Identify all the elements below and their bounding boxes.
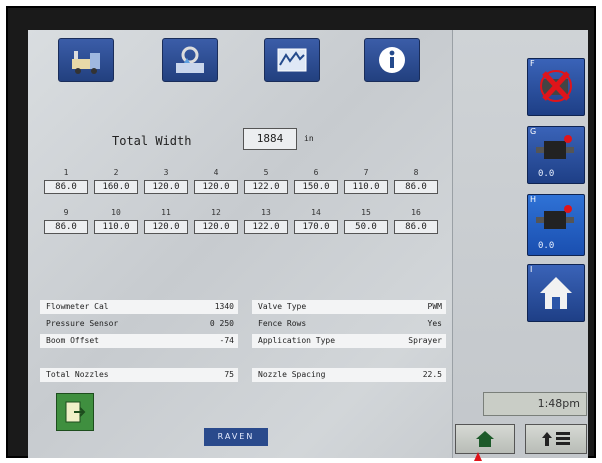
clock: 1:48pm — [483, 392, 587, 416]
section-index: 3 — [163, 168, 169, 177]
info-value: 75 — [224, 370, 234, 379]
boom-off-icon — [540, 70, 572, 102]
home-button[interactable] — [455, 424, 515, 454]
section-width-input[interactable]: 120.0 — [194, 180, 238, 194]
info-row[interactable]: Boom Offset -74 — [40, 334, 238, 348]
exit-door-icon — [65, 401, 86, 423]
section-index: 6 — [313, 168, 319, 177]
info-value: Yes — [427, 319, 442, 328]
section-index: 5 — [263, 168, 269, 177]
tab-info[interactable] — [364, 38, 420, 82]
info-row[interactable]: Nozzle Spacing 22.5 — [252, 368, 446, 382]
section-width-input[interactable]: 122.0 — [244, 180, 288, 194]
pointer-marker — [474, 452, 482, 461]
section-index: 7 — [363, 168, 369, 177]
info-label: Application Type — [258, 336, 336, 345]
product-settings-icon — [176, 46, 204, 73]
info-label: Valve Type — [258, 302, 307, 311]
section-index: 2 — [113, 168, 119, 177]
section-width-input[interactable]: 160.0 — [94, 180, 138, 194]
home-icon — [540, 277, 572, 309]
section-index: 4 — [213, 168, 219, 177]
machine-icon — [72, 51, 100, 74]
tab-machine[interactable] — [58, 38, 114, 82]
info-label: Nozzle Spacing — [258, 370, 326, 379]
tab-product[interactable] — [162, 38, 218, 82]
total-width-unit: in — [304, 134, 314, 143]
total-width-input[interactable]: 1884 — [243, 128, 297, 150]
section-width-input[interactable]: 86.0 — [394, 180, 438, 194]
info-value: 0 250 — [209, 319, 234, 328]
sidebar-button-f[interactable]: F — [527, 58, 585, 116]
section-index: 1 — [63, 168, 69, 177]
screen: Total Width 1884 in 1 86.0 2 160.0 3 120.0 4 12… — [28, 30, 588, 458]
info-value: 1340 — [214, 302, 234, 311]
section-index: 16 — [411, 208, 421, 217]
section-width-input[interactable]: 170.0 — [294, 220, 338, 234]
section-index: 15 — [361, 208, 371, 217]
section-width-input[interactable]: 110.0 — [94, 220, 138, 234]
section-index: 12 — [211, 208, 221, 217]
info-value: Sprayer — [408, 336, 442, 345]
section-index: 8 — [413, 168, 419, 177]
info-row[interactable]: Fence Rows Yes — [252, 317, 446, 331]
section-width-input[interactable]: 122.0 — [244, 220, 288, 234]
section-width-input[interactable]: 86.0 — [44, 220, 88, 234]
section-width-input[interactable]: 86.0 — [394, 220, 438, 234]
section-width-input[interactable]: 110.0 — [344, 180, 388, 194]
info-row[interactable]: Application Type Sprayer — [252, 334, 446, 348]
total-width-label: Total Width — [112, 134, 192, 148]
up-menu-icon — [542, 432, 570, 446]
section-index: 11 — [161, 208, 171, 217]
section-width-input[interactable]: 120.0 — [144, 180, 188, 194]
section-width-input[interactable]: 150.0 — [294, 180, 338, 194]
menu-up-button[interactable] — [525, 424, 587, 454]
info-icon — [379, 47, 405, 73]
sidebar-reading-h: 0.0 — [538, 241, 555, 251]
info-label: Pressure Sensor — [46, 319, 119, 328]
sidebar: F G 0.0 H 0.0 I 1:48pm — [452, 30, 588, 458]
info-value: PWM — [427, 302, 442, 311]
info-row[interactable]: Flowmeter Cal 1340 — [40, 300, 238, 314]
info-value: 22.5 — [422, 370, 442, 379]
sidebar-button-h[interactable]: H 0.0 — [527, 194, 585, 256]
section-index: 13 — [261, 208, 271, 217]
info-label: Total Nozzles — [46, 370, 109, 379]
valve-icon — [536, 135, 574, 159]
display-frame: Total Width 1884 in 1 86.0 2 160.0 3 120.0 4 12… — [6, 6, 596, 458]
info-row[interactable]: Pressure Sensor 0 250 — [40, 317, 238, 331]
section-width-input[interactable]: 120.0 — [194, 220, 238, 234]
pump-icon — [536, 205, 574, 229]
section-index: 14 — [311, 208, 321, 217]
info-row[interactable]: Total Nozzles 75 — [40, 368, 238, 382]
info-row[interactable]: Valve Type PWM — [252, 300, 446, 314]
info-label: Boom Offset — [46, 336, 99, 345]
exit-button[interactable] — [56, 393, 94, 431]
section-width-input[interactable]: 50.0 — [344, 220, 388, 234]
section-index: 9 — [63, 208, 69, 217]
section-index: 10 — [111, 208, 121, 217]
info-label: Flowmeter Cal — [46, 302, 109, 311]
section-width-input[interactable]: 120.0 — [144, 220, 188, 234]
brand-logo: RAVEN — [204, 428, 268, 446]
graph-icon — [277, 48, 307, 72]
main-panel: Total Width 1884 in 1 86.0 2 160.0 3 120.0 4 12… — [28, 30, 452, 458]
info-value: -74 — [219, 336, 234, 345]
sidebar-button-i[interactable]: I — [527, 264, 585, 322]
info-label: Fence Rows — [258, 319, 307, 328]
section-width-input[interactable]: 86.0 — [44, 180, 88, 194]
home-icon — [476, 431, 494, 447]
sidebar-button-g[interactable]: G 0.0 — [527, 126, 585, 184]
tab-graph[interactable] — [264, 38, 320, 82]
sidebar-reading-g: 0.0 — [538, 169, 555, 179]
